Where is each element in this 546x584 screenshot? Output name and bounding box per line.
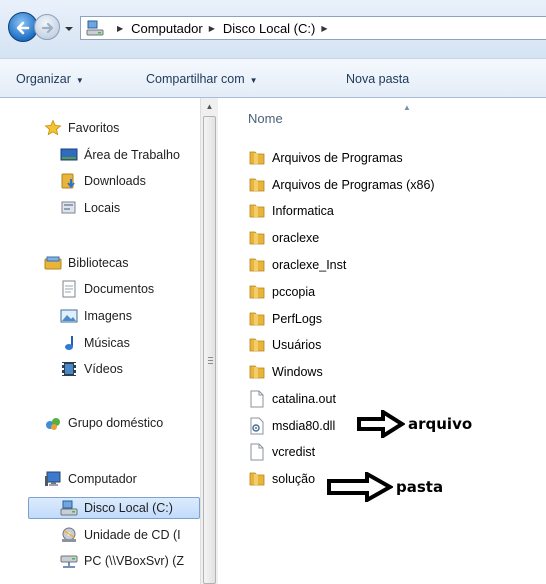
video-icon [62,362,76,376]
nav-item-local-disk[interactable]: Disco Local (C:) [60,497,173,519]
address-box[interactable]: ▶ Computador ▶ Disco Local (C:) ▶ [80,16,546,40]
sort-ascending-icon: ▲ [403,103,411,112]
file-icon [250,443,264,461]
list-item[interactable]: msdia80.dll [248,415,335,437]
list-item[interactable]: oraclexe [248,227,319,249]
history-dropdown-button[interactable] [64,22,74,36]
list-item-label: msdia80.dll [272,419,336,433]
list-item-label: Informatica [272,204,334,218]
nav-homegroup[interactable]: Grupo doméstico [44,412,163,434]
nav-favorites[interactable]: Favoritos [44,117,119,139]
list-item-label: vcredist [272,445,316,459]
share-with-button[interactable]: Compartilhar com ▼ [146,72,258,86]
chevron-down-icon: ▼ [249,76,258,85]
annotation-file: arquivo [357,410,472,438]
homegroup-icon [46,418,60,430]
folder-icon [249,204,265,218]
folder-icon [249,178,265,192]
list-item[interactable]: Informatica [248,200,334,222]
breadcrumb-separator-icon[interactable]: ▶ [321,24,327,33]
folder-icon [249,258,265,272]
address-bar-area: ▶ Computador ▶ Disco Local (C:) ▶ [0,0,546,58]
nav-computer[interactable]: Computador [44,468,137,490]
nav-item-documents[interactable]: Documentos [60,278,154,300]
list-item[interactable]: Arquivos de Programas [248,147,403,169]
folder-icon [249,285,265,299]
list-item[interactable]: PerfLogs [248,308,322,330]
folder-icon [249,231,265,245]
nav-libraries[interactable]: Bibliotecas [44,252,128,274]
breadcrumb-separator-icon: ▶ [117,23,124,33]
list-item-label: Arquivos de Programas [272,151,403,165]
nav-item-recent-places[interactable]: Locais [60,197,120,219]
list-item[interactable]: Windows [248,361,323,383]
breadcrumb-local-disk[interactable]: Disco Local (C:) ▶ [223,21,336,36]
chevron-down-icon [65,27,73,31]
nav-item-network-drive[interactable]: PC (\\VBoxSvr) (Z [60,550,200,572]
list-item-label: solução [272,472,316,486]
computer-icon [45,471,61,486]
list-item[interactable]: Usuários [248,334,321,356]
recent-places-icon [61,201,76,214]
new-folder-button[interactable]: Nova pasta [346,72,409,86]
list-item-label: oraclexe_Inst [272,258,347,272]
list-item-label: PerfLogs [272,312,323,326]
nav-item-cd-drive[interactable]: Unidade de CD (I [60,524,200,546]
command-bar: Organizar ▼ Compartilhar com ▼ Nova pasta [0,58,546,98]
column-header-name[interactable]: Nome [248,111,283,126]
cd-drive-icon [62,527,76,542]
chevron-down-icon: ▼ [75,76,84,85]
right-arrow-icon [357,410,405,438]
folder-icon [249,338,265,352]
nav-item-music[interactable]: Músicas [60,332,130,354]
list-item[interactable]: vcredist [248,441,315,463]
folder-icon [249,312,265,326]
list-item[interactable]: Arquivos de Programas (x86) [248,174,435,196]
organize-button[interactable]: Organizar ▼ [16,72,84,86]
list-item-label: Arquivos de Programas (x86) [272,178,435,192]
folder-icon [249,472,265,486]
nav-item-desktop[interactable]: Área de Trabalho [60,144,180,166]
desktop-icon [60,148,78,161]
scrollbar-thumb[interactable] [203,116,216,584]
list-item-label: oraclexe [272,231,320,245]
list-item[interactable]: oraclexe_Inst [248,254,346,276]
list-item[interactable]: catalina.out [248,388,336,410]
list-item-label: pccopia [272,285,316,299]
nav-item-videos[interactable]: Vídeos [60,358,123,380]
nav-item-pictures[interactable]: Imagens [60,305,132,327]
forward-arrow-icon [41,22,54,34]
list-item-label: catalina.out [272,392,336,406]
file-icon [250,390,264,408]
document-icon [62,280,76,298]
picture-icon [60,309,78,323]
nav-item-downloads[interactable]: Downloads [60,170,146,192]
network-drive-icon [60,555,78,568]
grip-icon [208,357,213,366]
list-item[interactable]: pccopia [248,281,315,303]
dll-file-icon [250,417,264,435]
drive-location-icon [86,20,104,36]
library-icon [44,256,62,270]
downloads-folder-icon [61,173,75,189]
star-icon [44,119,62,136]
music-icon [65,336,73,350]
list-item[interactable]: solução [248,468,315,490]
breadcrumb-computer[interactable]: Computador ▶ [131,21,223,36]
folder-icon [249,151,265,165]
right-arrow-icon [327,472,393,502]
folder-icon [249,365,265,379]
navigation-scrollbar[interactable]: ▲ [200,98,218,584]
list-item-label: Windows [272,365,323,379]
annotation-folder: pasta [327,472,443,502]
list-item-label: Usuários [272,338,322,352]
scroll-up-icon[interactable]: ▲ [201,98,218,115]
breadcrumb-separator-icon[interactable]: ▶ [209,24,215,33]
forward-button[interactable] [34,14,60,40]
drive-icon [60,500,78,516]
